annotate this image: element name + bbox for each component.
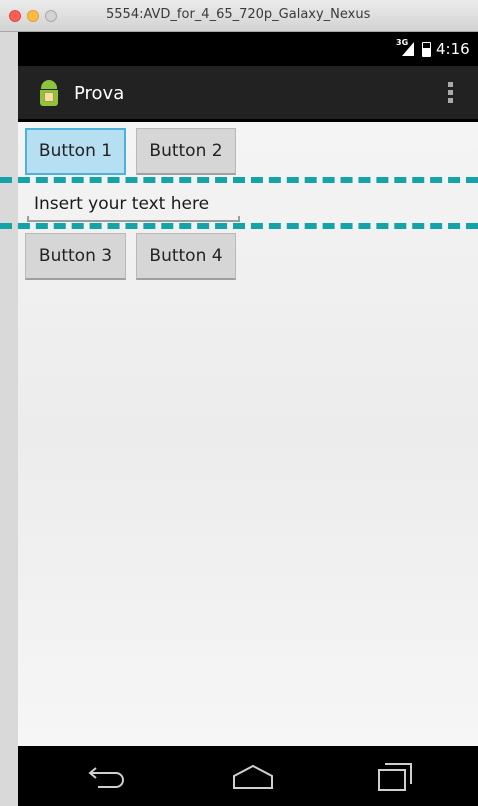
button-4[interactable]: Button 4 xyxy=(136,233,236,280)
signal-icon: 3G xyxy=(396,38,420,58)
activity-content: Button 1 Button 2 Button 3 Button 4 xyxy=(18,122,478,746)
close-window-button[interactable] xyxy=(9,10,21,22)
status-bar: 3G 4:16 xyxy=(18,32,478,66)
emulator-frame: 3G 4:16 Prova Button 1 Button 2 Button 3 xyxy=(0,32,478,806)
window-title: 5554:AVD_for_4_65_720p_Galaxy_Nexus xyxy=(106,7,371,22)
guide-line-top xyxy=(0,177,478,183)
action-bar: Prova xyxy=(18,66,478,122)
app-title: Prova xyxy=(74,83,125,104)
window-titlebar: 5554:AVD_for_4_65_720p_Galaxy_Nexus xyxy=(0,0,478,32)
zoom-window-button[interactable] xyxy=(45,10,57,22)
recent-apps-icon[interactable] xyxy=(366,758,426,794)
status-clock: 4:16 xyxy=(436,40,470,58)
text-input[interactable] xyxy=(27,188,240,222)
guide-line-bottom xyxy=(0,223,478,229)
back-icon[interactable] xyxy=(78,758,138,794)
overflow-menu-icon[interactable] xyxy=(448,82,454,106)
text-input-left-edge xyxy=(27,216,29,222)
android-icon[interactable] xyxy=(36,80,62,108)
minimize-window-button[interactable] xyxy=(27,10,39,22)
text-input-right-edge xyxy=(238,216,240,222)
device-screen: 3G 4:16 Prova Button 1 Button 2 Button 3 xyxy=(18,32,478,806)
battery-icon xyxy=(422,42,431,57)
signal-bars-icon xyxy=(402,42,414,56)
button-1[interactable]: Button 1 xyxy=(25,128,126,175)
home-icon[interactable] xyxy=(223,758,283,794)
button-3[interactable]: Button 3 xyxy=(25,233,126,280)
button-2[interactable]: Button 2 xyxy=(136,128,236,175)
navigation-bar xyxy=(18,746,478,806)
